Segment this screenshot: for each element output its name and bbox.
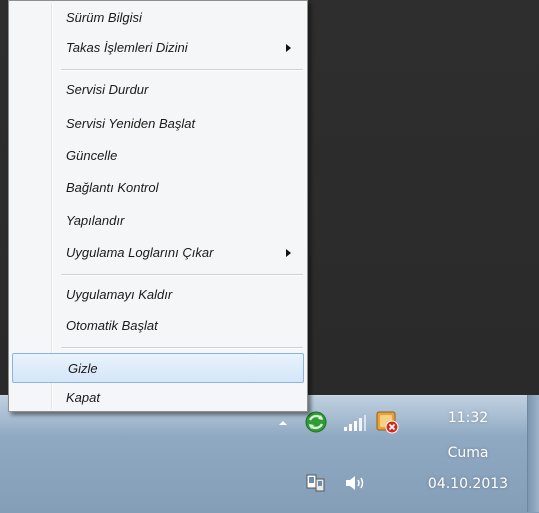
menu-item-label: Uygulamayı Kaldır <box>66 287 173 302</box>
submenu-arrow-icon <box>286 249 291 257</box>
menu-item-label: Bağlantı Kontrol <box>66 180 159 195</box>
menu-item-label: Gizle <box>68 361 98 376</box>
menu-item-version-info[interactable]: Sürüm Bilgisi <box>11 3 305 33</box>
menu-item-uninstall[interactable]: Uygulamayı Kaldır <box>11 280 305 310</box>
show-desktop-button[interactable] <box>527 395 539 512</box>
menu-item-close[interactable]: Kapat <box>11 383 305 413</box>
menu-item-label: Uygulama Loglarını Çıkar <box>66 245 214 260</box>
tray-context-menu: Sürüm Bilgisi Takas İşlemleri Dizini Ser… <box>8 0 308 412</box>
menu-item-export-logs[interactable]: Uygulama Loglarını Çıkar <box>11 238 305 268</box>
menu-item-label: Takas İşlemleri Dizini <box>66 40 188 55</box>
menu-item-hide[interactable]: Gizle <box>12 353 304 383</box>
menu-item-connection-check[interactable]: Bağlantı Kontrol <box>11 173 305 203</box>
network-icon[interactable] <box>305 472 327 494</box>
sync-app-icon[interactable] <box>304 410 328 434</box>
menu-separator <box>61 347 303 349</box>
menu-item-restart-service[interactable]: Servisi Yeniden Başlat <box>11 109 305 139</box>
menu-item-label: Güncelle <box>66 148 118 163</box>
menu-item-label: Sürüm Bilgisi <box>66 10 142 25</box>
clock-date[interactable]: 04.10.2013 <box>413 476 523 492</box>
submenu-arrow-icon <box>286 44 291 52</box>
menu-item-label: Kapat <box>66 390 100 405</box>
menu-separator <box>61 69 303 71</box>
menu-item-stop-service[interactable]: Servisi Durdur <box>11 75 305 105</box>
signal-strength-icon[interactable] <box>343 413 367 433</box>
clock-day[interactable]: Cuma <box>413 445 523 461</box>
menu-item-auto-start[interactable]: Otomatik Başlat <box>11 311 305 341</box>
menu-item-configure[interactable]: Yapılandır <box>11 206 305 236</box>
menu-item-update[interactable]: Güncelle <box>11 141 305 171</box>
menu-separator <box>61 274 303 276</box>
show-hidden-icons-arrow-icon[interactable] <box>277 416 289 428</box>
action-center-icon[interactable] <box>375 410 399 434</box>
menu-item-label: Servisi Yeniden Başlat <box>66 116 196 131</box>
menu-item-label: Yapılandır <box>66 213 125 228</box>
clock-time[interactable]: 11:32 <box>413 410 523 426</box>
volume-icon[interactable] <box>343 472 367 494</box>
menu-item-transaction-directory[interactable]: Takas İşlemleri Dizini <box>11 33 305 63</box>
menu-item-label: Otomatik Başlat <box>66 318 158 333</box>
menu-item-label: Servisi Durdur <box>66 82 149 97</box>
